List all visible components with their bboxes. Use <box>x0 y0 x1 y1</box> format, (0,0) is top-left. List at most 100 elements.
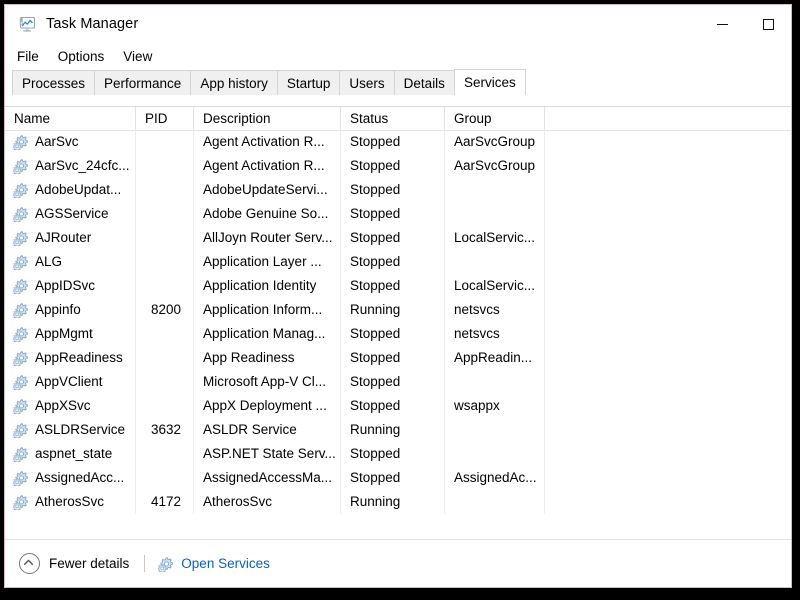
cell-pid <box>136 442 194 466</box>
cell-description: ASP.NET State Serv... <box>194 442 341 466</box>
cell-pid <box>136 202 194 226</box>
menu-item-view[interactable]: View <box>121 47 161 66</box>
service-name-label: AppIDSvc <box>35 274 95 298</box>
status-bar: Fewer details Open <box>5 539 791 587</box>
cell-description: Agent Activation R... <box>194 130 341 154</box>
service-name-label: Appinfo <box>35 298 81 322</box>
task-manager-icon <box>17 14 37 34</box>
table-row[interactable]: ASLDRService3632ASLDR ServiceRunning <box>5 418 791 442</box>
table-header-row: Name PID Description Status Group <box>5 106 791 131</box>
cell-filler <box>545 442 791 466</box>
cell-description: AppX Deployment ... <box>194 394 341 418</box>
tab-processes[interactable]: Processes <box>12 70 95 95</box>
cell-filler <box>545 490 791 514</box>
services-list: Name PID Description Status Group AarSvc… <box>5 106 791 539</box>
menu-item-file[interactable]: File <box>15 47 48 66</box>
service-name-label: AGSService <box>35 202 109 226</box>
tab-details[interactable]: Details <box>394 70 455 95</box>
menu-item-options[interactable]: Options <box>56 47 114 66</box>
cell-description: App Readiness <box>194 346 341 370</box>
service-gear-icon <box>13 374 29 390</box>
column-header-pid[interactable]: PID <box>136 107 194 130</box>
tab-startup[interactable]: Startup <box>277 70 341 95</box>
cell-description: Application Inform... <box>194 298 341 322</box>
table-row[interactable]: AarSvcAgent Activation R...StoppedAarSvc… <box>5 130 791 154</box>
tab-services[interactable]: Services <box>454 69 526 95</box>
cell-filler <box>545 418 791 442</box>
cell-pid: 8200 <box>136 298 194 322</box>
service-name-label: AtherosSvc <box>35 490 104 514</box>
cell-status: Stopped <box>341 346 445 370</box>
table-row[interactable]: AppVClientMicrosoft App-V Cl...Stopped <box>5 370 791 394</box>
cell-pid: 3632 <box>136 418 194 442</box>
tab-users[interactable]: Users <box>339 70 394 95</box>
window-title: Task Manager <box>46 16 138 32</box>
service-name-label: AppReadiness <box>35 346 123 370</box>
cell-status: Stopped <box>341 370 445 394</box>
column-header-name-label: Name <box>14 111 50 126</box>
table-row[interactable]: AppReadinessApp ReadinessStoppedAppReadi… <box>5 346 791 370</box>
minimize-button[interactable] <box>699 9 745 39</box>
cell-filler <box>545 346 791 370</box>
status-bar-separator <box>144 555 145 572</box>
service-gear-icon <box>13 134 29 150</box>
tab-strip-filler <box>524 69 791 95</box>
cell-group <box>445 370 545 394</box>
tab-performance[interactable]: Performance <box>94 70 191 95</box>
cell-group: AarSvcGroup <box>445 154 545 178</box>
table-row[interactable]: aspnet_stateASP.NET State Serv...Stopped <box>5 442 791 466</box>
table-row[interactable]: AJRouterAllJoyn Router Serv...StoppedLoc… <box>5 226 791 250</box>
cell-pid <box>136 394 194 418</box>
table-row[interactable]: AtherosSvc4172AtherosSvcRunning <box>5 490 791 514</box>
window-controls <box>699 5 791 43</box>
column-header-status[interactable]: Status <box>341 107 445 130</box>
open-services-label: Open Services <box>181 556 270 571</box>
cell-status: Stopped <box>341 394 445 418</box>
table-row[interactable]: ALGApplication Layer ...Stopped <box>5 250 791 274</box>
fewer-details-button[interactable]: Fewer details <box>19 553 129 574</box>
cell-group <box>445 178 545 202</box>
table-row[interactable]: AppIDSvcApplication IdentityStoppedLocal… <box>5 274 791 298</box>
table-row[interactable]: AGSServiceAdobe Genuine So...Stopped <box>5 202 791 226</box>
column-header-group[interactable]: Group <box>445 107 545 130</box>
cell-name: AppMgmt <box>5 322 136 346</box>
service-gear-icon <box>13 470 29 486</box>
service-name-label: AarSvc <box>35 130 79 154</box>
column-header-name[interactable]: Name <box>5 107 136 130</box>
maximize-button[interactable] <box>745 9 791 39</box>
tab-app-history[interactable]: App history <box>190 70 278 95</box>
service-name-label: AssignedAcc... <box>35 466 124 490</box>
title-bar: Task Manager <box>5 5 791 43</box>
service-gear-icon <box>13 446 29 462</box>
table-row[interactable]: AdobeUpdat...AdobeUpdateServi...Stopped <box>5 178 791 202</box>
cell-group: AarSvcGroup <box>445 130 545 154</box>
table-row[interactable]: AppMgmtApplication Manag...Stoppednetsvc… <box>5 322 791 346</box>
service-gear-icon <box>13 278 29 294</box>
service-gear-icon <box>13 158 29 174</box>
chevron-up-circle-icon <box>19 553 40 574</box>
fewer-details-label: Fewer details <box>49 556 129 571</box>
table-row[interactable]: AppXSvcAppX Deployment ...Stoppedwsappx <box>5 394 791 418</box>
open-services-link[interactable]: Open Services <box>158 556 270 572</box>
cell-description: Application Manag... <box>194 322 341 346</box>
cell-name: ASLDRService <box>5 418 136 442</box>
cell-description: AssignedAccessMa... <box>194 466 341 490</box>
cell-name: AtherosSvc <box>5 490 136 514</box>
service-gear-icon <box>13 302 29 318</box>
table-row[interactable]: AarSvc_24cfc...Agent Activation R...Stop… <box>5 154 791 178</box>
cell-status: Stopped <box>341 202 445 226</box>
screen: Task Manager File Options View Processes… <box>0 0 800 600</box>
cell-description: Application Identity <box>194 274 341 298</box>
cell-status: Stopped <box>341 178 445 202</box>
cell-status: Stopped <box>341 442 445 466</box>
table-row[interactable]: Appinfo8200Application Inform...Runningn… <box>5 298 791 322</box>
cell-name: AssignedAcc... <box>5 466 136 490</box>
service-name-label: AarSvc_24cfc... <box>35 154 130 178</box>
cell-pid <box>136 130 194 154</box>
column-header-description[interactable]: Description <box>194 107 341 130</box>
cell-name: AdobeUpdat... <box>5 178 136 202</box>
cell-status: Running <box>341 298 445 322</box>
cell-description: Microsoft App-V Cl... <box>194 370 341 394</box>
table-row[interactable]: AssignedAcc...AssignedAccessMa...Stopped… <box>5 466 791 490</box>
column-header-filler <box>545 107 791 130</box>
